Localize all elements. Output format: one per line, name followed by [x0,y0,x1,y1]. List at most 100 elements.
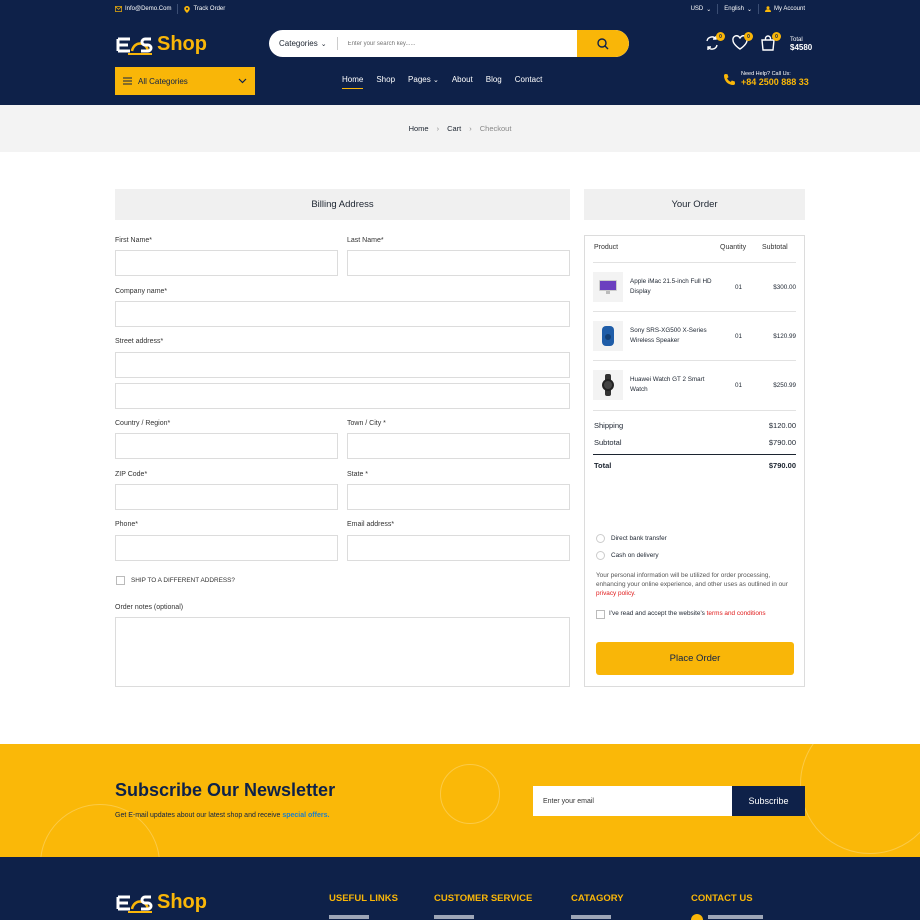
logo-mark-icon [116,895,153,913]
wishlist-button[interactable]: 0 [732,32,753,53]
street-field-1[interactable] [115,352,570,378]
product-thumbnail[interactable] [593,370,623,400]
logo-text: Shop [157,891,207,913]
col-subtotal: Subtotal [762,244,788,251]
language-select[interactable]: English ⌄ [724,6,752,13]
privacy-text: Your personal information will be utiliz… [596,572,788,588]
first-name-field[interactable] [115,250,338,276]
place-order-button[interactable]: Place Order [596,642,794,675]
col-quantity: Quantity [720,244,747,251]
last-name-field[interactable] [347,250,570,276]
user-icon [764,6,771,12]
first-name-label: First Name* [115,237,152,244]
breadcrumb-cart[interactable]: Cart [447,124,461,133]
my-account-text: My Account [773,6,805,12]
all-categories-dropdown[interactable]: All Categories [115,67,255,95]
help-phone-number: +84 2500 888 33 [741,77,809,87]
search-category-select[interactable]: Categories ⌄ [269,37,338,50]
help-phone[interactable]: Need Help? Call Us: +84 2500 888 33 [723,71,809,87]
main-nav: Home Shop Pages ⌄ About Blog Contact [342,75,542,89]
company-label: Company name* [115,288,168,295]
phone-icon [691,914,703,920]
country-field[interactable] [115,433,338,459]
compare-button[interactable]: 0 [704,32,725,53]
search-button[interactable] [577,30,629,57]
footer-link-placeholder[interactable] [571,915,611,919]
order-item-price: $300.00 [773,283,796,291]
product-thumbnail[interactable] [593,321,623,351]
footer-link-placeholder[interactable] [434,915,474,919]
footer-col-useful-links: USEFUL LINKS [329,893,398,904]
divider [593,454,796,455]
imac-icon [599,280,617,294]
street-field-2[interactable] [115,383,570,409]
terms-link[interactable]: terms and conditions [707,610,766,617]
special-offers-link[interactable]: special offers. [282,812,329,819]
privacy-policy-link[interactable]: privacy policy [596,590,634,597]
order-item-name[interactable]: Huawei Watch GT 2 Smart Watch [630,375,718,395]
subscribe-button[interactable]: Subscribe [732,786,805,816]
nav-blog[interactable]: Blog [486,75,502,89]
site-logo[interactable]: Shop [115,33,207,56]
email-label: Email address* [347,521,395,528]
cod-label: Cash on delivery [611,552,659,559]
site-header: Info@Demo.Com Track Order USD ⌄ English ⌄ … [0,0,920,105]
email-link[interactable]: Info@Demo.Com [115,6,171,12]
cod-radio[interactable] [596,551,605,560]
currency-select[interactable]: USD ⌄ [691,6,712,13]
nav-contact[interactable]: Contact [515,75,543,89]
bank-transfer-radio[interactable] [596,534,605,543]
phone-field[interactable] [115,535,338,561]
nav-pages-label: Pages [408,75,431,84]
track-order-link[interactable]: Track Order [184,5,225,13]
total-label: Total [594,461,612,470]
chevron-down-icon: ⌄ [320,40,327,48]
shipping-label: Shipping [594,421,624,430]
order-item-name[interactable]: Sony SRS-XG500 X-Series Wireless Speaker [630,326,718,346]
cart-total[interactable]: Total $4580 [790,36,812,52]
nav-about[interactable]: About [452,75,473,89]
order-item-qty: 01 [734,381,742,389]
cart-button[interactable]: 0 [760,32,781,53]
footer-link-placeholder[interactable] [708,915,763,919]
my-account-link[interactable]: My Account [764,6,805,12]
state-label: State * [347,471,369,478]
breadcrumb-home[interactable]: Home [409,124,429,133]
divider [177,4,179,14]
newsletter-subtitle: Get E-mail updates about our latest shop… [115,812,329,819]
nav-shop[interactable]: Shop [376,75,395,89]
terms-text: I've read and accept the website's [609,610,705,617]
search-input[interactable] [337,40,577,47]
top-bar: Info@Demo.Com Track Order USD ⌄ English ⌄ … [115,0,805,18]
menu-icon [123,77,132,85]
product-thumbnail[interactable] [593,272,623,302]
header-icons: 0 0 0 Total $4580 [704,32,812,53]
state-field[interactable] [347,484,570,510]
nav-home[interactable]: Home [342,75,364,89]
divider [593,410,796,411]
footer-logo[interactable]: Shop [115,891,207,914]
chevron-down-icon: ⌄ [706,6,712,13]
footer-link-placeholder[interactable] [329,915,369,919]
order-notes-textarea[interactable] [115,617,570,687]
location-pin-icon [184,5,191,13]
total-row: Total $790.00 [594,461,796,470]
phone-label: Phone* [115,521,138,528]
ship-different-checkbox[interactable] [116,576,125,585]
email-field[interactable] [347,535,570,561]
total-value: $790.00 [768,461,796,470]
chevron-down-icon [238,78,247,84]
order-item: Sony SRS-XG500 X-Series Wireless Speaker… [593,312,796,360]
town-field[interactable] [347,433,570,459]
category-label: Categories [279,39,318,48]
last-name-label: Last Name* [347,237,384,244]
newsletter-email-input[interactable]: Enter your email [533,786,732,816]
chevron-down-icon: ⌄ [432,77,439,84]
chevron-down-icon: ⌄ [746,6,752,13]
nav-pages[interactable]: Pages ⌄ [408,75,439,89]
zip-field[interactable] [115,484,338,510]
company-field[interactable] [115,301,570,327]
terms-checkbox[interactable] [596,610,605,619]
breadcrumb: Home › Cart › Checkout [0,105,920,152]
order-item-name[interactable]: Apple iMac 21.5-inch Full HD Display [630,277,718,297]
